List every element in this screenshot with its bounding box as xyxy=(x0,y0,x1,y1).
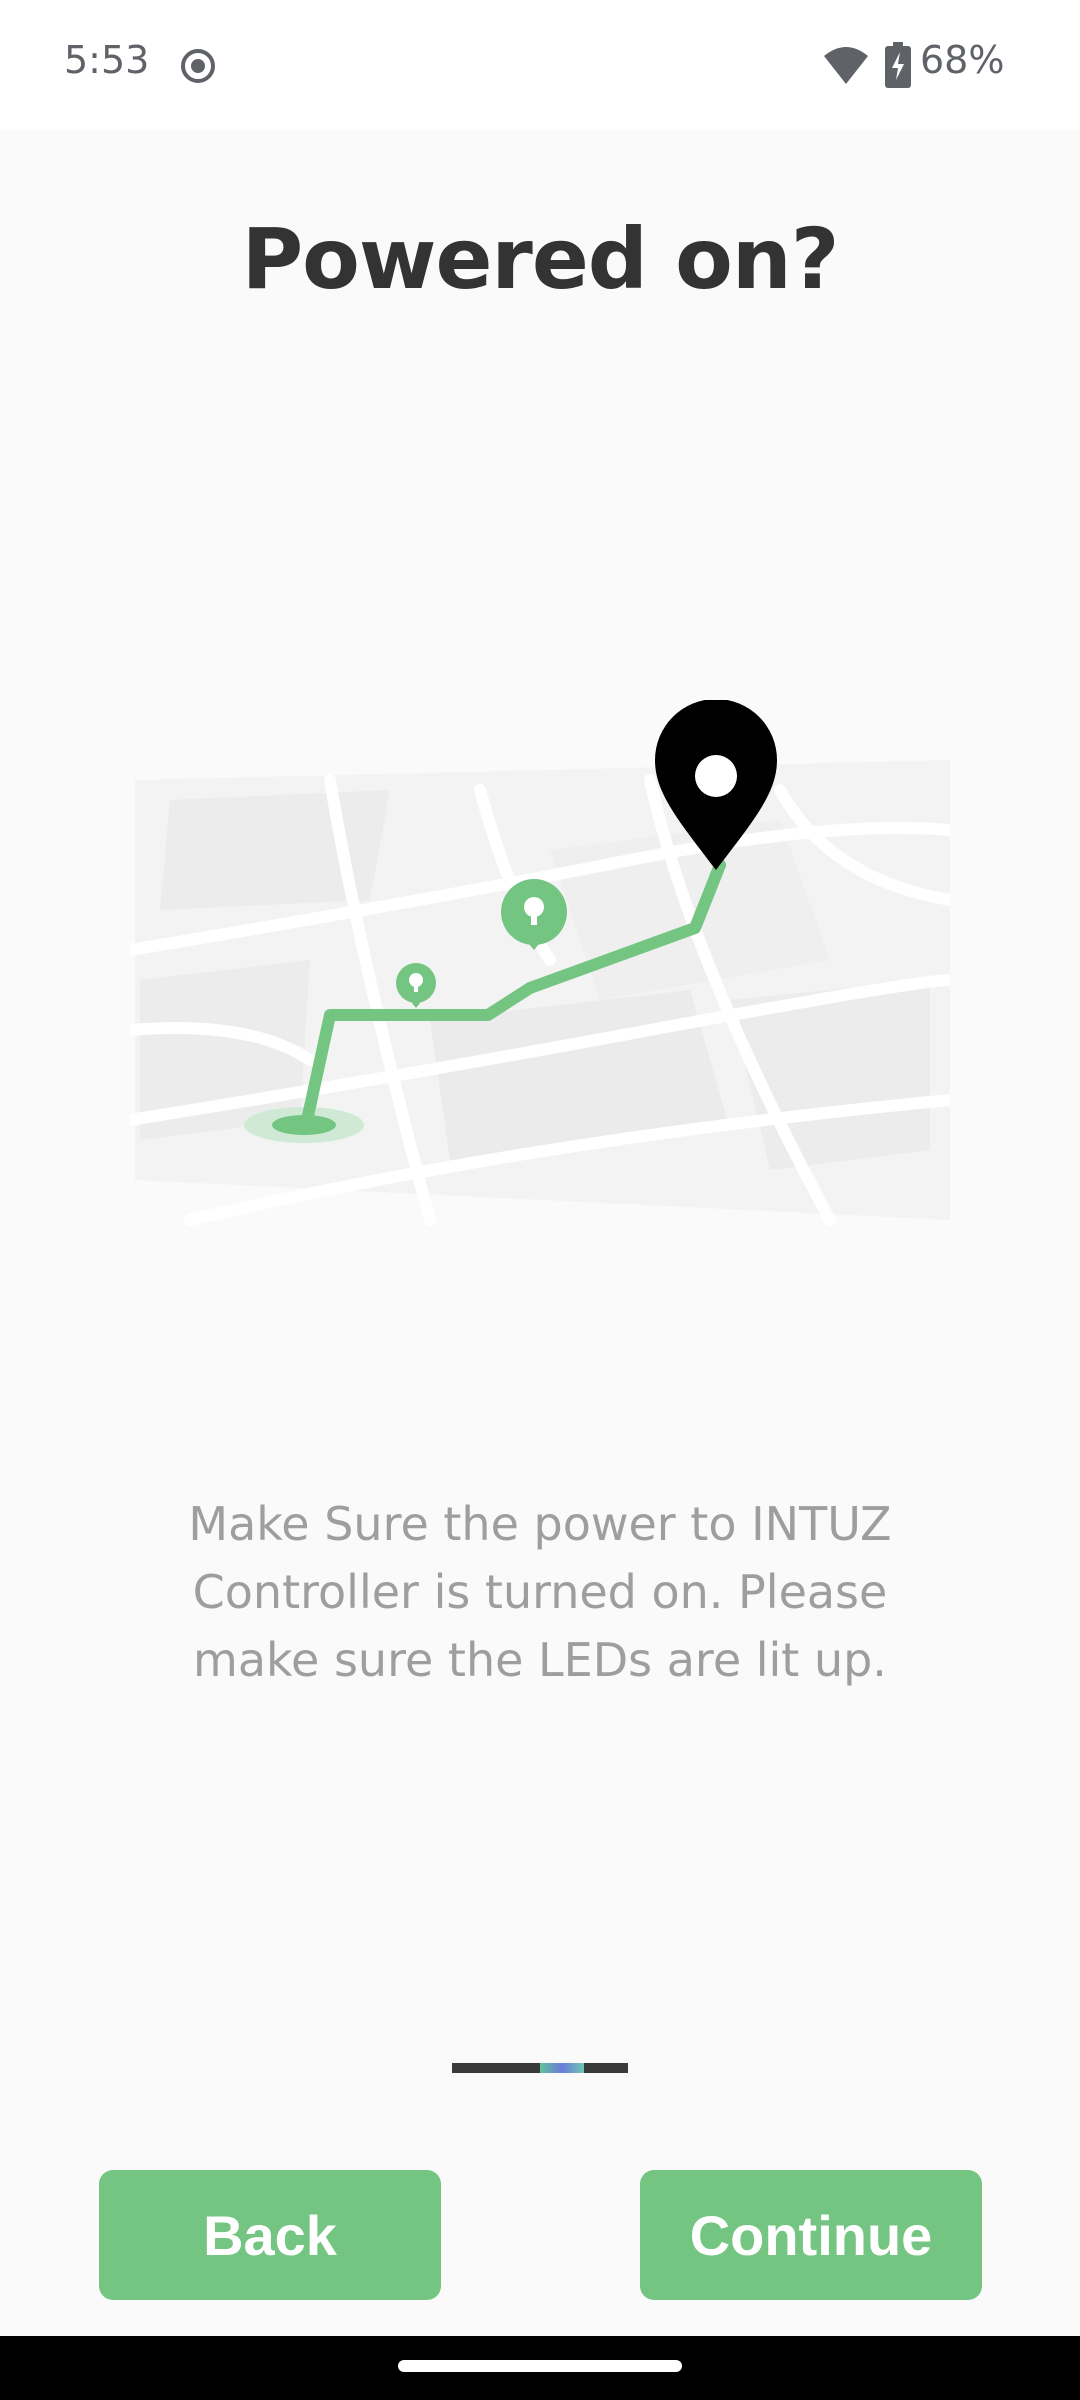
page-indicator-segment-active xyxy=(540,2063,584,2073)
back-button[interactable]: Back xyxy=(99,2170,441,2300)
status-time: 5:53 xyxy=(64,38,150,82)
battery-charging-icon xyxy=(885,42,911,88)
navigation-bar xyxy=(0,2336,1080,2400)
page-title: Powered on? xyxy=(241,210,840,308)
record-icon xyxy=(181,49,215,83)
status-bar: 5:53 68% xyxy=(0,0,1080,130)
continue-button[interactable]: Continue xyxy=(640,2170,982,2300)
page-indicator-segment xyxy=(452,2063,540,2073)
wifi-icon xyxy=(824,47,868,84)
page-indicator xyxy=(452,2063,628,2073)
instruction-text: Make Sure the power to INTUZ Controller … xyxy=(188,1497,892,1687)
battery-percentage: 68% xyxy=(920,38,1005,82)
home-gesture-handle[interactable] xyxy=(398,2360,682,2372)
page-indicator-segment xyxy=(584,2063,628,2073)
map-illustration xyxy=(130,700,950,1226)
